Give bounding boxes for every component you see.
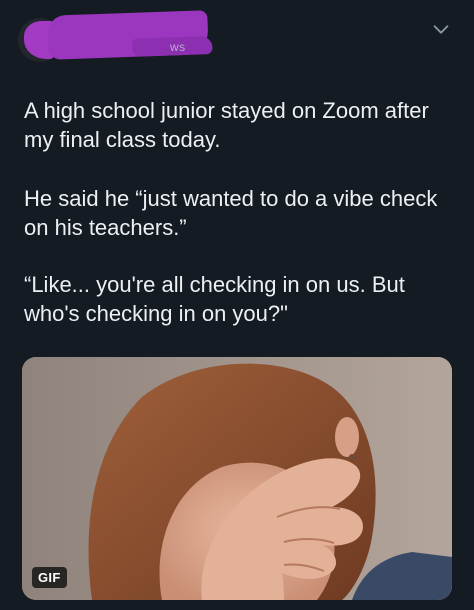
tweet-paragraph-3: “Like... you're all checking in on us. B… <box>24 272 405 326</box>
tweet-header: ws <box>18 10 456 70</box>
tweet-paragraph-1: A high school junior stayed on Zoom afte… <box>24 98 429 152</box>
gif-frame-illustration <box>22 357 452 600</box>
chevron-down-icon[interactable] <box>430 18 452 40</box>
tweet-paragraph-2: He said he “just wanted to do a vibe che… <box>24 186 438 240</box>
gif-badge: GIF <box>32 567 67 588</box>
gif-media[interactable]: GIF <box>22 357 452 600</box>
tweet-card: ws A high school junior stayed on Zoom a… <box>0 0 474 610</box>
handle-fragment: ws <box>170 40 186 54</box>
